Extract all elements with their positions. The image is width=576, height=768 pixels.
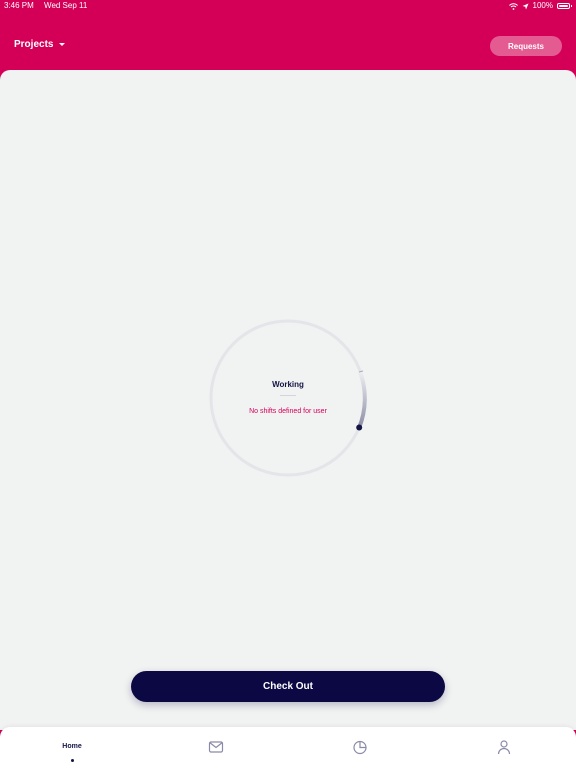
status-divider [280,395,296,396]
progress-ring-icon [209,319,367,477]
profile-icon [497,740,511,755]
status-title: Working [272,380,304,389]
active-tab-indicator [71,759,74,762]
battery-icon [557,3,572,9]
tab-home-label: Home [62,743,82,750]
messages-icon [208,741,224,753]
main-content: Working No shifts defined for user Check… [0,70,576,730]
status-time: 3:46 PM [4,1,34,10]
status-bar: 3:46 PM Wed Sep 11 100% [0,0,576,12]
status-date: Wed Sep 11 [44,1,88,10]
status-message: No shifts defined for user [249,408,327,415]
status-bar-right: 100% [508,0,572,12]
requests-button[interactable]: Requests [490,36,562,56]
tab-stats[interactable] [288,727,432,768]
projects-dropdown[interactable]: Projects [14,39,66,50]
projects-label: Projects [14,39,54,50]
status-ring: Working No shifts defined for user [208,318,368,478]
check-out-button[interactable]: Check Out [131,671,445,702]
tab-messages[interactable] [144,727,288,768]
tab-home[interactable]: Home [0,727,144,768]
status-bar-left: 3:46 PM Wed Sep 11 [4,0,95,12]
chevron-down-icon [59,43,66,46]
tab-bar: Home [0,727,576,768]
battery-percent: 100% [532,1,553,10]
app-header: Projects Requests [0,30,576,66]
location-icon [522,3,529,9]
tab-profile[interactable] [432,727,576,768]
wifi-icon [508,2,518,10]
stats-icon [353,740,367,755]
